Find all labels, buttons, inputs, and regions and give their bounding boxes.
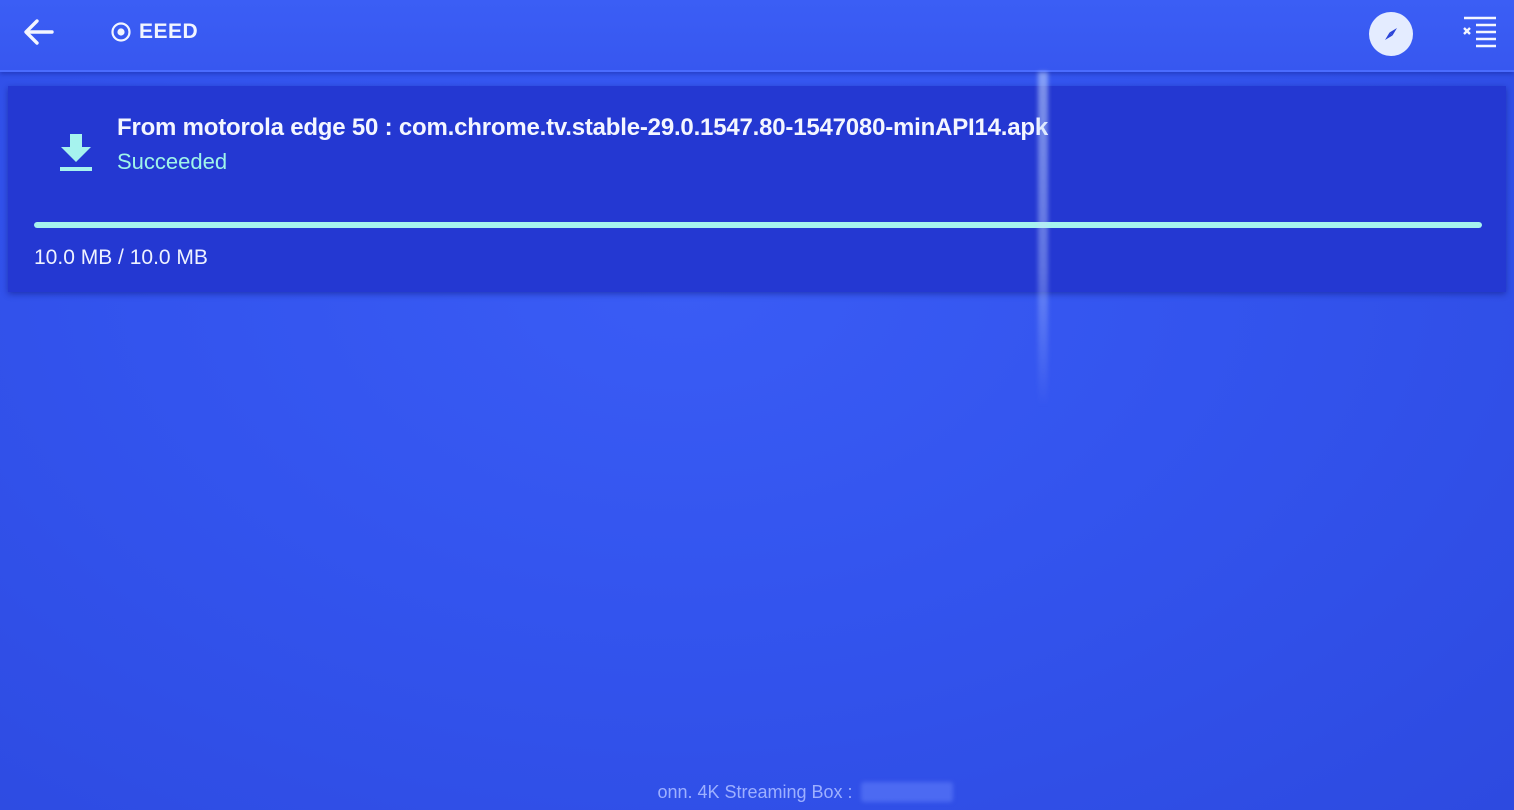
redacted-device-name	[860, 782, 953, 802]
download-size: 10.0 MB / 10.0 MB	[34, 246, 208, 269]
download-progress-bar	[34, 222, 1482, 228]
app-title: EEED	[139, 20, 199, 43]
device-footer: onn. 4K Streaming Box :	[0, 779, 1514, 805]
download-status: Succeeded	[117, 149, 228, 174]
download-item[interactable]: From motorola edge 50 : com.chrome.tv.st…	[8, 86, 1506, 292]
download-progress-fill	[34, 222, 1482, 228]
app-brand: EEED	[110, 18, 198, 46]
compass-icon	[1385, 28, 1397, 40]
download-icon	[54, 128, 98, 176]
clear-downloads-button[interactable]	[1456, 12, 1500, 50]
download-title: From motorola edge 50 : com.chrome.tv.st…	[117, 114, 1049, 141]
top-app-bar: EEED	[0, 0, 1514, 72]
clear-list-icon	[1463, 16, 1496, 48]
arrow-left-icon	[24, 19, 54, 45]
device-label: onn. 4K Streaming Box :	[657, 781, 853, 802]
back-button[interactable]	[18, 12, 60, 52]
explore-button[interactable]	[1369, 12, 1413, 56]
target-icon	[110, 21, 132, 43]
